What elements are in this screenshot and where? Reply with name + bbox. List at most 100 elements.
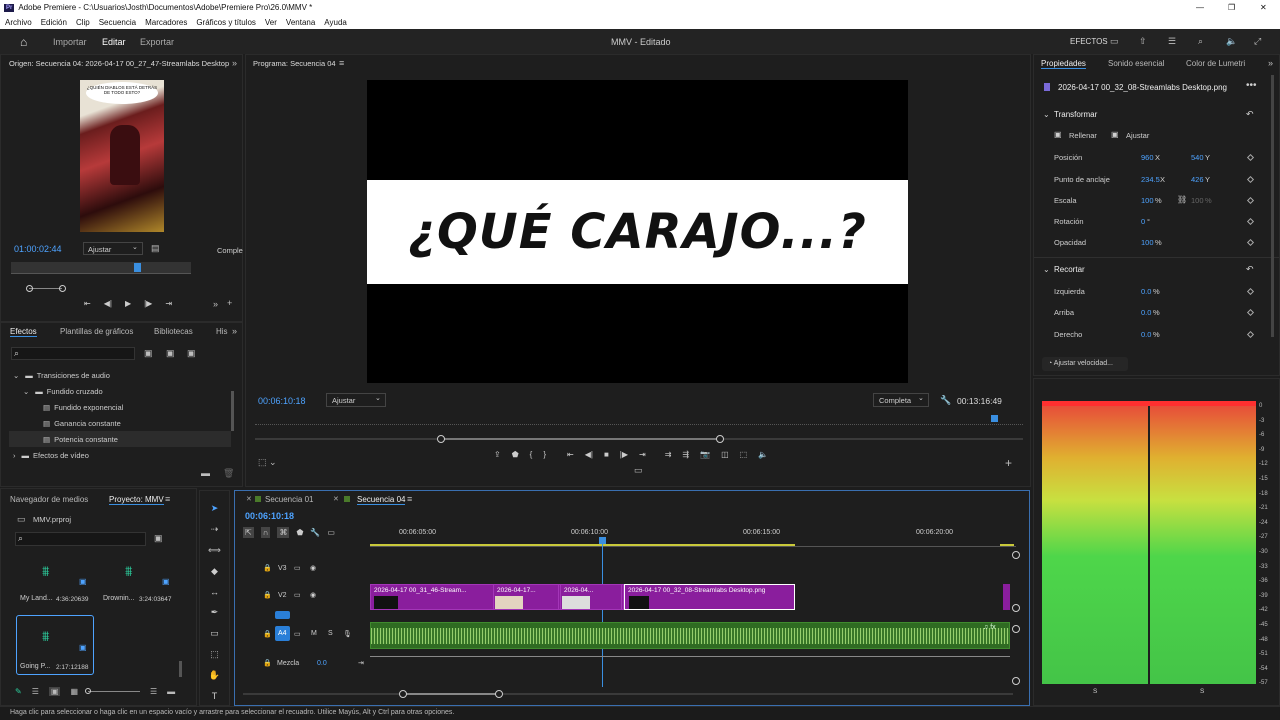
play-icon[interactable]: ▶ [125, 299, 131, 308]
home-icon[interactable]: ⌂ [20, 35, 27, 49]
menu-item-4[interactable]: Marcadores [145, 18, 187, 27]
effects-workspace-label[interactable]: EFECTOS [1070, 37, 1108, 46]
yuv-filter-icon[interactable]: ▣ [187, 348, 196, 359]
speaker-icon[interactable]: 🔈 [758, 450, 768, 459]
menu-item-8[interactable]: Ayuda [324, 18, 347, 27]
freeform-view-icon[interactable]: ▦ [70, 687, 78, 696]
add-marker-icon[interactable]: ⬟ [296, 528, 303, 537]
opacity-value[interactable]: 100 [1141, 238, 1154, 247]
panel-menu-icon[interactable]: » [1268, 58, 1273, 68]
project-item[interactable]: ⩩ ▣ Drownin... 3:24:03647 [100, 551, 177, 609]
sync-lock-icon[interactable]: ▭ [294, 591, 301, 599]
edit-tab[interactable]: Editar [102, 37, 126, 47]
tab-essential-sound[interactable]: Sonido esencial [1108, 59, 1164, 68]
tab-graphics-templates[interactable]: Plantillas de gráficos [60, 327, 133, 336]
slip-tool-icon[interactable]: ↔ [210, 587, 219, 597]
project-item-selected[interactable]: ⩩ ▣ Going P... 2:17:12188 [16, 615, 94, 675]
32bit-filter-icon[interactable]: ▣ [166, 348, 175, 359]
eye-icon[interactable]: ◉ [310, 564, 316, 572]
stop-icon[interactable]: ■ [604, 450, 609, 459]
program-zoom-range[interactable] [441, 438, 720, 440]
add-icon[interactable]: + [227, 298, 232, 308]
zoom-handle-right[interactable] [716, 435, 724, 443]
video-clip[interactable]: 2026-04-17... [493, 584, 559, 610]
hand-tool-icon[interactable]: ✋ [209, 670, 220, 681]
keyframe-diamond-icon[interactable] [1246, 153, 1255, 162]
layout-icon[interactable]: ▭ [1110, 36, 1119, 47]
menu-item-3[interactable]: Secuencia [99, 18, 136, 27]
zoom-handle-left[interactable] [26, 285, 33, 292]
tab-project[interactable]: Proyecto: MMV [109, 495, 164, 505]
tab-sequence-04[interactable]: Secuencia 04 [357, 495, 406, 505]
zoom-slider[interactable] [85, 688, 140, 694]
section-transform[interactable]: Transformar [1054, 110, 1097, 119]
trash-icon[interactable]: 🗑 [223, 468, 234, 479]
pencil-icon[interactable]: ✎ [15, 687, 22, 696]
import-tab[interactable]: Importar [53, 37, 87, 47]
transform-tool-icon[interactable]: ⬚ [210, 649, 219, 660]
keyframe-diamond-icon[interactable] [1246, 196, 1255, 205]
captions-icon[interactable]: ▭ [327, 528, 335, 537]
go-to-out-icon[interactable]: ⇥ [639, 450, 646, 459]
wrench-icon[interactable]: 🔧 [940, 395, 951, 406]
list-view-icon[interactable]: ☰ [32, 687, 39, 696]
timeline-ruler[interactable]: 00:06:05:00 00:06:10:00 00:06:15:00 00:0… [370, 527, 1016, 547]
tree-item-audio-transitions[interactable]: ⌄ ▬ Transiciones de audio [9, 367, 231, 383]
tab-sequence-01[interactable]: Secuencia 01 [265, 495, 313, 504]
menu-item-5[interactable]: Gráficos y títulos [196, 18, 256, 27]
solo-right-button[interactable]: S [1200, 688, 1204, 695]
icon-view-icon[interactable]: ▣ [48, 687, 61, 696]
keyframe-diamond-icon[interactable] [1246, 287, 1255, 296]
new-bin-icon[interactable]: ▣ [154, 533, 163, 544]
scale-height-value[interactable]: 100 [1191, 196, 1204, 205]
crop-right-value[interactable]: 0.0 [1141, 330, 1151, 339]
go-to-out-icon[interactable]: ⇥ [165, 299, 172, 308]
crop-top-value[interactable]: 0.0 [1141, 308, 1151, 317]
source-scrubber[interactable] [11, 262, 191, 274]
camera-icon[interactable]: 📷 [700, 450, 710, 459]
vertical-scroll-handle[interactable] [1012, 551, 1020, 559]
tab-media-browser[interactable]: Navegador de medios [10, 495, 88, 504]
zoom-handle-left[interactable] [399, 690, 407, 698]
mark-out-icon[interactable]: } [543, 450, 546, 459]
tree-item-constant-gain[interactable]: ▤ Ganancia constante [9, 415, 231, 431]
step-forward-icon[interactable]: |▶ [620, 450, 628, 459]
share-icon[interactable]: ⇧ [1139, 36, 1147, 47]
lock-icon[interactable]: 🔒 [263, 630, 272, 638]
mix-value[interactable]: 0.0 [317, 660, 327, 667]
timeline-zoom-bar[interactable] [243, 693, 1013, 695]
menu-item-6[interactable]: Ver [265, 18, 277, 27]
selection-tool-icon[interactable]: ➤ [211, 503, 219, 514]
project-scrollbar[interactable] [179, 661, 182, 677]
marker-icon[interactable]: ⬟ [512, 450, 519, 459]
keyframe-diamond-icon[interactable] [1246, 330, 1255, 339]
panel-menu-icon[interactable]: ≡ [339, 58, 344, 68]
timeline-playhead-head[interactable] [599, 537, 606, 544]
close-button[interactable]: ✕ [1260, 3, 1267, 12]
anchor-x[interactable]: 234.5 [1141, 175, 1160, 184]
work-area-bar-end[interactable] [1000, 544, 1014, 546]
program-playhead[interactable] [991, 415, 998, 422]
lock-icon[interactable]: 🔒 [263, 659, 272, 667]
chevron-down-icon[interactable]: ⌄ [1043, 265, 1050, 274]
source-patch-indicator[interactable] [275, 611, 290, 619]
zoom-handle-right[interactable] [59, 285, 66, 292]
chevron-down-icon[interactable]: ⌄ [1043, 110, 1050, 119]
safe-margins-icon[interactable]: ⬚ [740, 450, 748, 459]
anchor-y[interactable]: 426 [1191, 175, 1204, 184]
panel-menu-icon[interactable]: » [232, 58, 237, 68]
source-quality[interactable]: Comple [217, 246, 243, 255]
project-item[interactable]: ⩩ ▣ My Land... 4:36:20639 [17, 551, 94, 609]
tree-item-video-effects[interactable]: › ▬ Efectos de vídeo [9, 447, 231, 463]
lock-icon[interactable]: 🔒 [263, 591, 272, 599]
position-x[interactable]: 960 [1141, 153, 1154, 162]
ripple-edit-tool-icon[interactable]: ⟺ [208, 545, 221, 556]
list-icon[interactable]: ☰ [1168, 36, 1176, 47]
keyframe-diamond-icon[interactable] [1246, 238, 1255, 247]
zoom-handle-right[interactable] [495, 690, 503, 698]
menu-item-7[interactable]: Ventana [286, 18, 315, 27]
tab-libraries[interactable]: Bibliotecas [154, 327, 193, 336]
work-area-bar[interactable] [370, 544, 795, 546]
timeline-playhead-line[interactable] [602, 539, 603, 687]
audio-clip[interactable]: ♫ fx [370, 622, 1010, 649]
